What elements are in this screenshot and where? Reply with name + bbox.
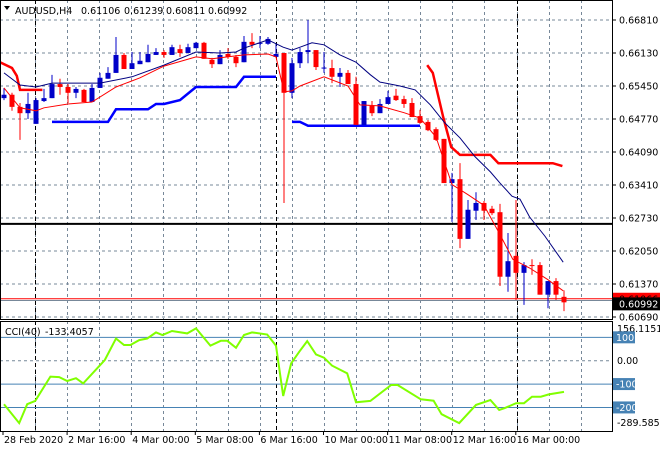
time-label: 28 Feb 2020 [4, 435, 63, 446]
cci-value: -133.4057 [45, 327, 94, 338]
price-label: 0.66130 [619, 49, 658, 60]
price-label: 0.62730 [619, 214, 658, 225]
candle-body [233, 56, 239, 64]
cci-panel-frame [0, 321, 613, 432]
candle-body [121, 54, 127, 70]
close-value: 0.60992 [208, 6, 247, 17]
candle-body [497, 212, 503, 277]
candle-body [401, 99, 407, 104]
candle-body [113, 54, 119, 73]
candle-body [513, 255, 519, 273]
candle-body [41, 98, 47, 102]
cci-panel [0, 327, 612, 426]
chart-header: AUDUSD,H4 0.61106 0.61239 0.60811 0.6099… [4, 6, 247, 17]
candle-body [313, 50, 319, 68]
candle-body [65, 86, 71, 93]
candle-body [89, 87, 95, 103]
resistance-line [426, 64, 563, 168]
candle-body [185, 47, 191, 54]
candle-body [105, 72, 111, 79]
candle-body [81, 89, 87, 103]
cci-level-label: 100 [616, 333, 634, 344]
price-label: 0.61370 [619, 280, 658, 291]
candle-body [193, 42, 199, 49]
candle-body [561, 296, 567, 303]
candle-body [281, 53, 287, 93]
candle-body [553, 281, 559, 295]
candle-body [321, 67, 327, 69]
candle-body [489, 208, 495, 214]
time-label: 5 Mar 08:00 [196, 435, 253, 446]
candle-body [345, 72, 351, 85]
candle-body [241, 41, 247, 63]
candle-body [1, 94, 7, 99]
current-price-label: 0.60992 [619, 299, 658, 310]
candle-body [33, 100, 39, 124]
cci-level-label: -200 [616, 403, 638, 414]
time-label: 4 Mar 00:00 [132, 435, 189, 446]
price-label: 0.62050 [619, 247, 658, 258]
price-label: 0.60690 [619, 313, 658, 324]
price-label: 0.63410 [619, 181, 658, 192]
candle-body [473, 202, 479, 211]
candle-body [57, 84, 63, 87]
candle-body [393, 95, 399, 101]
time-label: 10 Mar 00:00 [325, 435, 388, 446]
price-label: 0.65450 [619, 82, 658, 93]
candle-body [137, 60, 143, 65]
candle-body [337, 72, 343, 77]
cci-level-label: -100 [616, 380, 638, 391]
candle-body [161, 52, 167, 55]
time-label: 2 Mar 16:00 [68, 435, 125, 446]
low-value: 0.60811 [166, 6, 205, 17]
candle-body [209, 59, 215, 65]
candle-body [217, 54, 223, 65]
candle-body [329, 68, 335, 77]
candle-body [545, 281, 551, 295]
cci-header: CCI(40) -133.4057 [5, 327, 94, 338]
candle-body [465, 209, 471, 239]
candle-body [529, 265, 535, 267]
candle-body [537, 265, 543, 295]
candle-body [153, 52, 159, 55]
candle-body [73, 88, 79, 93]
high-value: 0.61239 [124, 6, 163, 17]
time-label: 12 Mar 16:00 [453, 435, 516, 446]
time-label: 6 Mar 16:00 [260, 435, 317, 446]
candle-body [505, 261, 511, 277]
candles [1, 20, 567, 312]
candle-body [385, 97, 391, 104]
cci-min-label: -289.5853 [617, 418, 660, 429]
main-panel-frame [0, 0, 613, 320]
cci-line [3, 327, 565, 426]
candle-body [177, 49, 183, 54]
cci-name: CCI(40) [5, 327, 41, 338]
symbol-label: AUDUSD,H4 [15, 6, 72, 17]
candle-body [145, 53, 151, 63]
price-chart[interactable]: 0.66810 0.66130 0.65450 0.64770 0.64090 0.634… [0, 0, 660, 450]
price-label: 0.64770 [619, 115, 658, 126]
candle-body [201, 42, 207, 59]
candle-body [369, 105, 375, 114]
grid [0, 0, 612, 431]
time-label: 11 Mar 08:00 [389, 435, 452, 446]
candle-body [297, 52, 303, 64]
price-label: 0.64090 [619, 148, 658, 159]
time-label: 16 Mar 00:00 [517, 435, 580, 446]
candle-body [49, 84, 55, 99]
cci-zero-label: 0.00 [617, 356, 638, 367]
candle-body [289, 63, 295, 93]
candle-body [129, 63, 135, 70]
candle-body [353, 84, 359, 125]
price-label: 0.66810 [619, 16, 658, 27]
candle-body [169, 47, 175, 55]
candle-body [305, 50, 311, 53]
dropdown-triangle-icon[interactable] [4, 6, 10, 10]
open-value: 0.61106 [81, 6, 120, 17]
